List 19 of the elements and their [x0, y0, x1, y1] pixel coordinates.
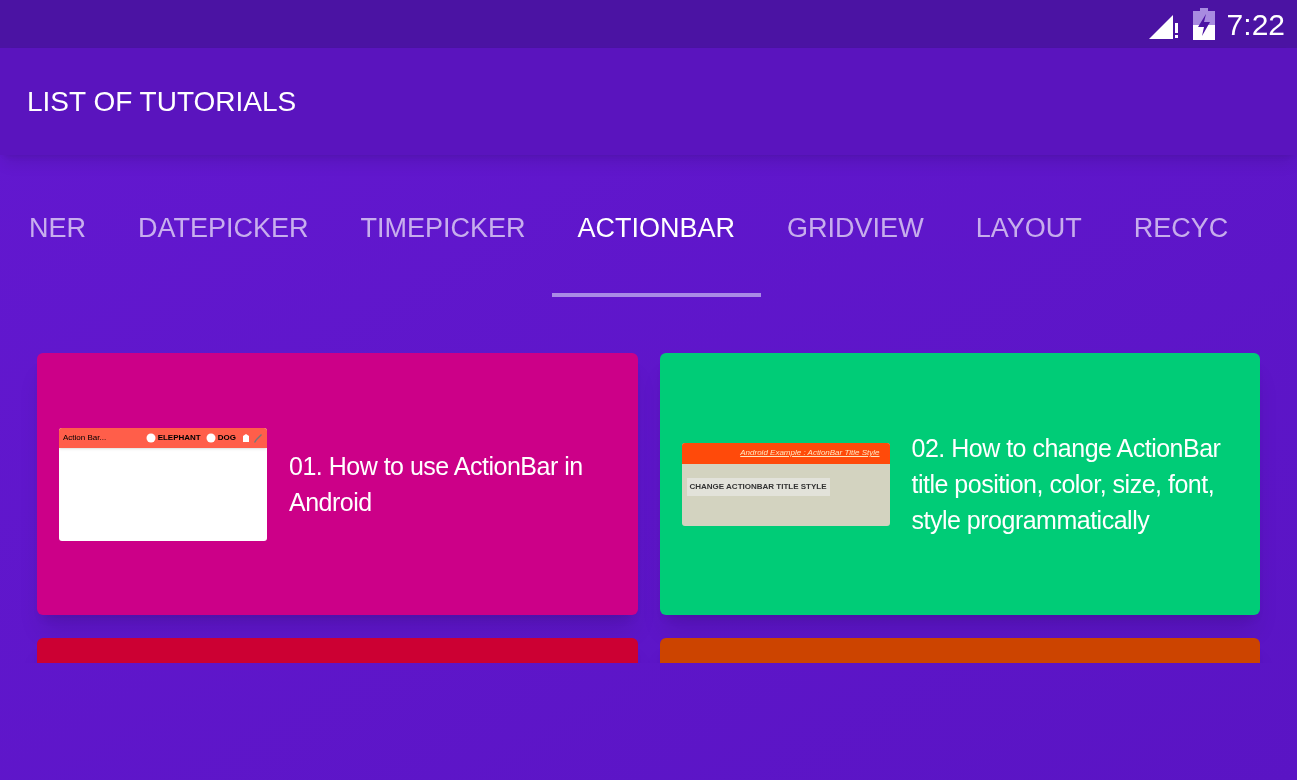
tab[interactable]: RECYC [1107, 155, 1255, 297]
tab[interactable]: TIMEPICKER [334, 155, 552, 297]
tab[interactable]: LAYOUT [949, 155, 1108, 297]
tab[interactable]: GRIDVIEW [761, 155, 950, 297]
tutorial-title: 01. How to use ActionBar in Android [289, 451, 584, 518]
menu-item[interactable]: DOG [217, 431, 236, 444]
tutorial-card[interactable]: Action Bar... ELEPHANT DOG 01. How to use ActionBar in Android [37, 353, 638, 615]
tutorial-card[interactable]: Android Example : ActionBar Title Style CHANGE ACTIONBAR TITLE STYLE 02. How to change ActionBar title position, color, size, font, style programmatically [659, 353, 1260, 615]
tab[interactable]: NER [3, 155, 112, 297]
thumbnail-title: Android Example : ActionBar Title Style [740, 447, 880, 459]
thumbnail-button[interactable]: CHANGE ACTIONBAR TITLE STYLE [686, 477, 830, 496]
clock-time: 7:22 [1226, 6, 1285, 43]
app-title: LIST OF TUTORIALS [27, 84, 297, 119]
menu-item[interactable]: ELEPHANT [157, 431, 201, 444]
tutorial-title: 02. How to change ActionBar title position, color, size, font, style programmatically [911, 433, 1222, 536]
tab[interactable]: ACTIONBAR [551, 155, 762, 297]
battery-charging-icon [1192, 8, 1215, 40]
tab[interactable]: DATEPICKER [112, 155, 335, 297]
thumbnail-title: Action Bar... [63, 431, 108, 444]
